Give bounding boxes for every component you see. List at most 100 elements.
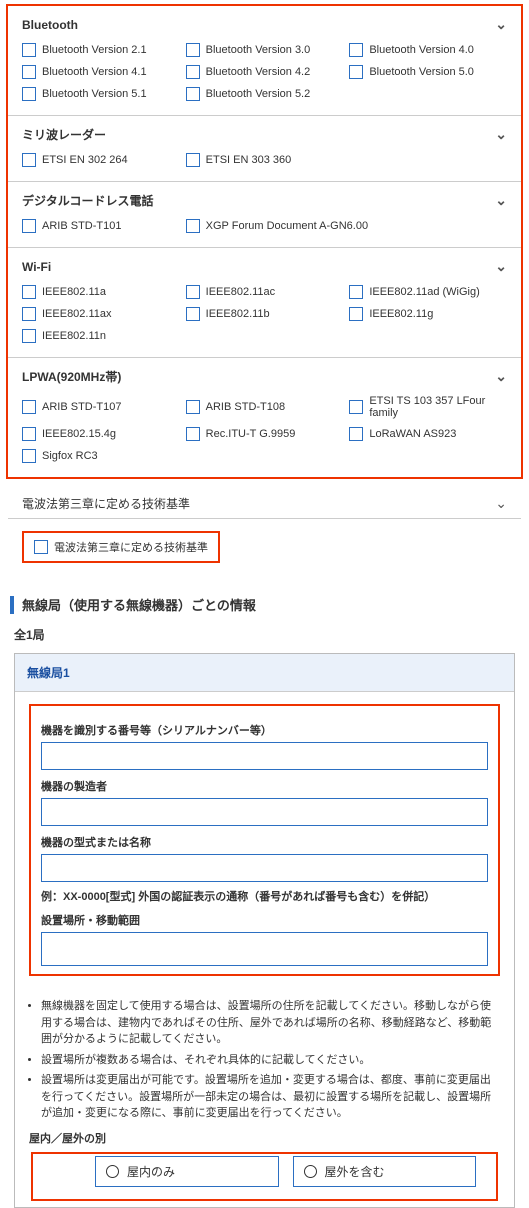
checkbox-icon <box>22 307 36 321</box>
checkbox-icon <box>349 307 363 321</box>
checkbox-etsi-lfour[interactable]: ETSI TS 103 357 LFour family <box>349 395 507 419</box>
radio-indoor-only[interactable]: 屋内のみ <box>95 1156 279 1187</box>
checkbox-11b[interactable]: IEEE802.11b <box>186 307 344 321</box>
checkbox-icon <box>186 219 200 233</box>
input-maker[interactable] <box>41 798 488 826</box>
checkbox-label: IEEE802.11n <box>42 330 106 342</box>
section-title: 電波法第三章に定める技術基準 <box>22 495 190 512</box>
checkbox-802-15-4g[interactable]: IEEE802.15.4g <box>22 427 180 441</box>
section-title: Wi-Fi <box>22 260 51 274</box>
checkbox-label: IEEE802.15.4g <box>42 428 116 440</box>
checkbox-label: IEEE802.11g <box>369 308 433 320</box>
checkbox-label: ARIB STD-T107 <box>42 401 121 413</box>
input-serial[interactable] <box>41 742 488 770</box>
checkbox-etsi-302-264[interactable]: ETSI EN 302 264 <box>22 153 180 167</box>
checkbox-label: IEEE802.11ac <box>206 286 276 298</box>
checkbox-label: Bluetooth Version 5.1 <box>42 88 147 100</box>
chevron-down-icon: ⌄ <box>495 368 507 385</box>
checkbox-label: IEEE802.11ad (WiGig) <box>369 286 479 298</box>
checkbox-label: Bluetooth Version 5.2 <box>206 88 311 100</box>
checkbox-label: ARIB STD-T101 <box>42 220 121 232</box>
checkbox-label: IEEE802.11a <box>42 286 106 298</box>
checkbox-label: ARIB STD-T108 <box>206 401 285 413</box>
checkbox-bt-4-2[interactable]: Bluetooth Version 4.2 <box>186 65 344 79</box>
section-bluetooth: Bluetooth ⌄ Bluetooth Version 2.1 Blueto… <box>8 6 521 116</box>
section-lpwa: LPWA(920MHz帯) ⌄ ARIB STD-T107 ARIB STD-T… <box>8 358 521 477</box>
checkbox-sigfox[interactable]: Sigfox RC3 <box>22 449 180 463</box>
heading-text: 無線局（使用する無線機器）ごとの情報 <box>22 595 256 614</box>
radio-includes-outdoor[interactable]: 屋外を含む <box>293 1156 477 1187</box>
input-model[interactable] <box>41 854 488 882</box>
checkbox-icon <box>22 400 36 414</box>
section-wifi: Wi-Fi ⌄ IEEE802.11a IEEE802.11ac IEEE802… <box>8 248 521 358</box>
section-title: デジタルコードレス電話 <box>22 192 154 209</box>
checkbox-bt-2-1[interactable]: Bluetooth Version 2.1 <box>22 43 180 57</box>
checkbox-itu-g9959[interactable]: Rec.ITU-T G.9959 <box>186 427 344 441</box>
chevron-down-icon: ⌄ <box>495 16 507 33</box>
checkbox-bt-5-1[interactable]: Bluetooth Version 5.1 <box>22 87 180 101</box>
section-header-cordless[interactable]: デジタルコードレス電話 ⌄ <box>22 192 507 209</box>
checkbox-11g[interactable]: IEEE802.11g <box>349 307 507 321</box>
checkbox-icon <box>22 329 36 343</box>
section-header-mmwave[interactable]: ミリ波レーダー ⌄ <box>22 126 507 143</box>
section-title: ミリ波レーダー <box>22 126 106 143</box>
note-item: 無線機器を固定して使用する場合は、設置場所の住所を記載してください。移動しながら… <box>41 998 496 1048</box>
label-model: 機器の型式または名称 <box>41 834 488 850</box>
checkbox-bt-5-0[interactable]: Bluetooth Version 5.0 <box>349 65 507 79</box>
station-count: 全1局 <box>14 626 515 643</box>
radio-icon <box>106 1165 119 1178</box>
checkbox-tech-standard[interactable]: 電波法第三章に定める技術基準 <box>34 539 208 555</box>
chevron-down-icon: ⌄ <box>495 192 507 209</box>
checkbox-label: IEEE802.11b <box>206 308 270 320</box>
label-location: 設置場所・移動範囲 <box>41 912 488 928</box>
checkbox-label: Rec.ITU-T G.9959 <box>206 428 296 440</box>
checkbox-label: Bluetooth Version 5.0 <box>369 66 474 78</box>
section-mmwave: ミリ波レーダー ⌄ ETSI EN 302 264 ETSI EN 303 36… <box>8 116 521 182</box>
section-header-lpwa[interactable]: LPWA(920MHz帯) ⌄ <box>22 368 507 385</box>
section-header-wifi[interactable]: Wi-Fi ⌄ <box>22 258 507 275</box>
checkbox-icon <box>186 285 200 299</box>
checkbox-etsi-303-360[interactable]: ETSI EN 303 360 <box>186 153 344 167</box>
checkbox-bt-3-0[interactable]: Bluetooth Version 3.0 <box>186 43 344 57</box>
section-cordless: デジタルコードレス電話 ⌄ ARIB STD-T101 XGP Forum Do… <box>8 182 521 248</box>
section-header-tech-standard[interactable]: 電波法第三章に定める技術基準 ⌄ <box>8 489 521 519</box>
checkbox-bt-5-2[interactable]: Bluetooth Version 5.2 <box>186 87 344 101</box>
checkbox-11n[interactable]: IEEE802.11n <box>22 329 180 343</box>
checkbox-icon <box>22 87 36 101</box>
checkbox-11ac[interactable]: IEEE802.11ac <box>186 285 344 299</box>
radio-label: 屋内のみ <box>127 1163 175 1180</box>
section-header-bluetooth[interactable]: Bluetooth ⌄ <box>22 16 507 33</box>
checkbox-label: ETSI EN 303 360 <box>206 154 292 166</box>
checkbox-icon <box>22 427 36 441</box>
checkbox-icon <box>22 219 36 233</box>
checkbox-label: ETSI TS 103 357 LFour family <box>369 395 507 419</box>
checkbox-xgp[interactable]: XGP Forum Document A-GN6.00 <box>186 219 507 233</box>
checkbox-11ad[interactable]: IEEE802.11ad (WiGig) <box>349 285 507 299</box>
station-panel: 無線局1 機器を識別する番号等（シリアルナンバー等） 機器の製造者 機器の型式ま… <box>14 653 515 1208</box>
checkbox-label: Bluetooth Version 4.2 <box>206 66 311 78</box>
checkbox-bt-4-0[interactable]: Bluetooth Version 4.0 <box>349 43 507 57</box>
checkbox-arib-t101[interactable]: ARIB STD-T101 <box>22 219 180 233</box>
checkbox-lorawan[interactable]: LoRaWAN AS923 <box>349 427 507 441</box>
chevron-down-icon: ⌄ <box>495 258 507 275</box>
input-location[interactable] <box>41 932 488 966</box>
label-serial: 機器を識別する番号等（シリアルナンバー等） <box>41 722 488 738</box>
station-header: 無線局1 <box>15 654 514 692</box>
checkbox-11ax[interactable]: IEEE802.11ax <box>22 307 180 321</box>
checkbox-bt-4-1[interactable]: Bluetooth Version 4.1 <box>22 65 180 79</box>
checkbox-label: LoRaWAN AS923 <box>369 428 456 440</box>
checkbox-label: Sigfox RC3 <box>42 450 98 462</box>
checkbox-11a[interactable]: IEEE802.11a <box>22 285 180 299</box>
checkbox-t108[interactable]: ARIB STD-T108 <box>186 395 344 419</box>
radio-icon <box>304 1165 317 1178</box>
checkbox-t107[interactable]: ARIB STD-T107 <box>22 395 180 419</box>
radio-label: 屋外を含む <box>325 1163 385 1180</box>
section-title: Bluetooth <box>22 18 78 32</box>
checkbox-icon <box>186 87 200 101</box>
checkbox-icon <box>186 307 200 321</box>
checkbox-label: Bluetooth Version 4.0 <box>369 44 474 56</box>
section-title: LPWA(920MHz帯) <box>22 368 121 385</box>
checkbox-icon <box>186 65 200 79</box>
station-title: 無線局1 <box>27 666 70 680</box>
hint-model: 例：XX-0000[型式] 外国の認証表示の通称（番号があれば番号も含む）を併記… <box>41 888 488 904</box>
